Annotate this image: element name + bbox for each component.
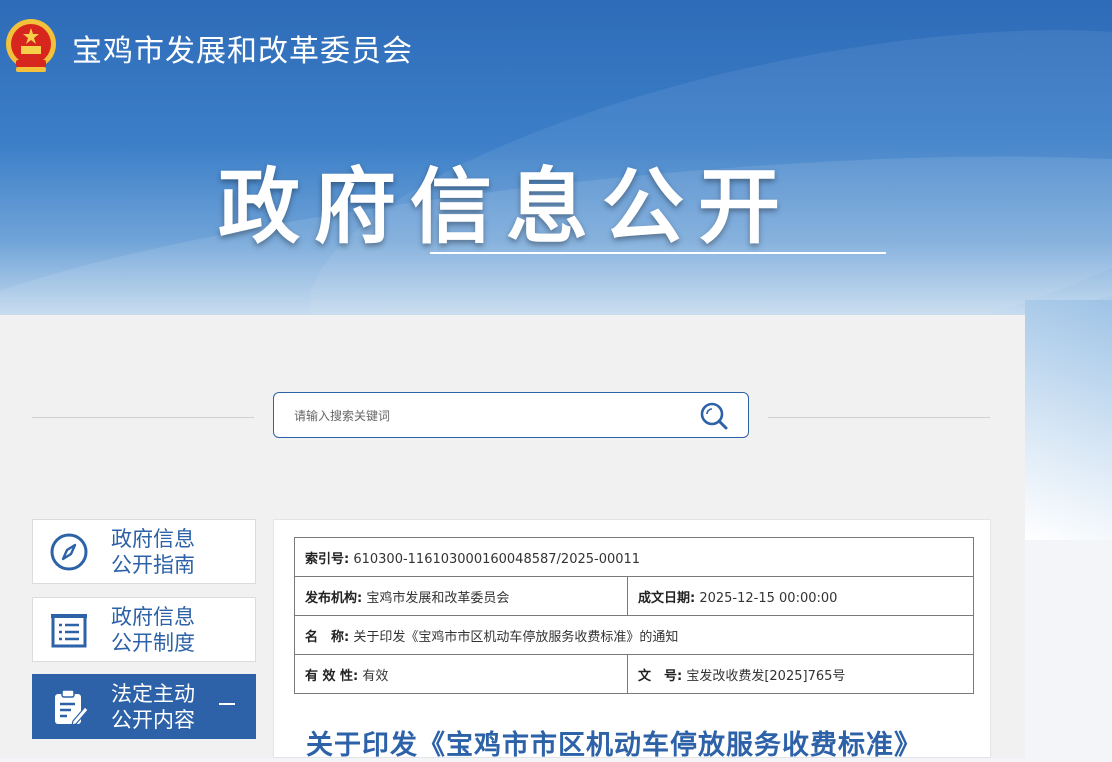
sidebar-item-guide[interactable]: 政府信息 公开指南 (32, 519, 256, 584)
decorative-background (1025, 300, 1112, 540)
document-number-cell: 文 号: 宝发改收费发[2025]765号 (627, 654, 974, 694)
document-title: 关于印发《宝鸡市市区机动车停放服务收费标准》 (306, 730, 922, 761)
sidebar-item-label: 政府信息 公开指南 (111, 527, 195, 577)
document-name-cell: 名 称: 关于印发《宝鸡市市区机动车停放服务收费标准》的通知 (294, 615, 974, 655)
divider-left (32, 417, 254, 418)
sidebar-item-label: 法定主动 公开内容 (111, 682, 195, 732)
search-box (273, 392, 749, 438)
sidebar-item-mandatory-content[interactable]: 法定主动 公开内容 (32, 674, 256, 739)
validity-cell: 有 效 性: 有效 (294, 654, 628, 694)
compass-icon (49, 532, 89, 572)
search-icon[interactable] (698, 401, 736, 431)
organization-name: 宝鸡市发展和改革委员会 (72, 34, 413, 69)
publisher-cell: 发布机构: 宝鸡市发展和改革委员会 (294, 576, 628, 616)
date-cell: 成文日期: 2025-12-15 00:00:00 (627, 576, 974, 616)
collapse-icon[interactable] (219, 703, 235, 705)
index-number-cell: 索引号: 610300-116103000160048587/2025-0001… (294, 537, 974, 577)
clipboard-edit-icon (49, 687, 89, 727)
national-emblem-icon (4, 18, 58, 76)
search-input[interactable] (292, 405, 686, 427)
list-document-icon (49, 610, 89, 650)
sidebar-item-system[interactable]: 政府信息 公开制度 (32, 597, 256, 662)
page-title: 政府信息公开 (218, 160, 795, 255)
document-metadata-table: 索引号: 610300-116103000160048587/2025-0001… (294, 537, 974, 694)
title-underline (430, 252, 886, 254)
document-content: 索引号: 610300-116103000160048587/2025-0001… (273, 519, 991, 761)
sidebar-item-label: 政府信息 公开制度 (111, 605, 195, 655)
divider-right (768, 417, 990, 418)
